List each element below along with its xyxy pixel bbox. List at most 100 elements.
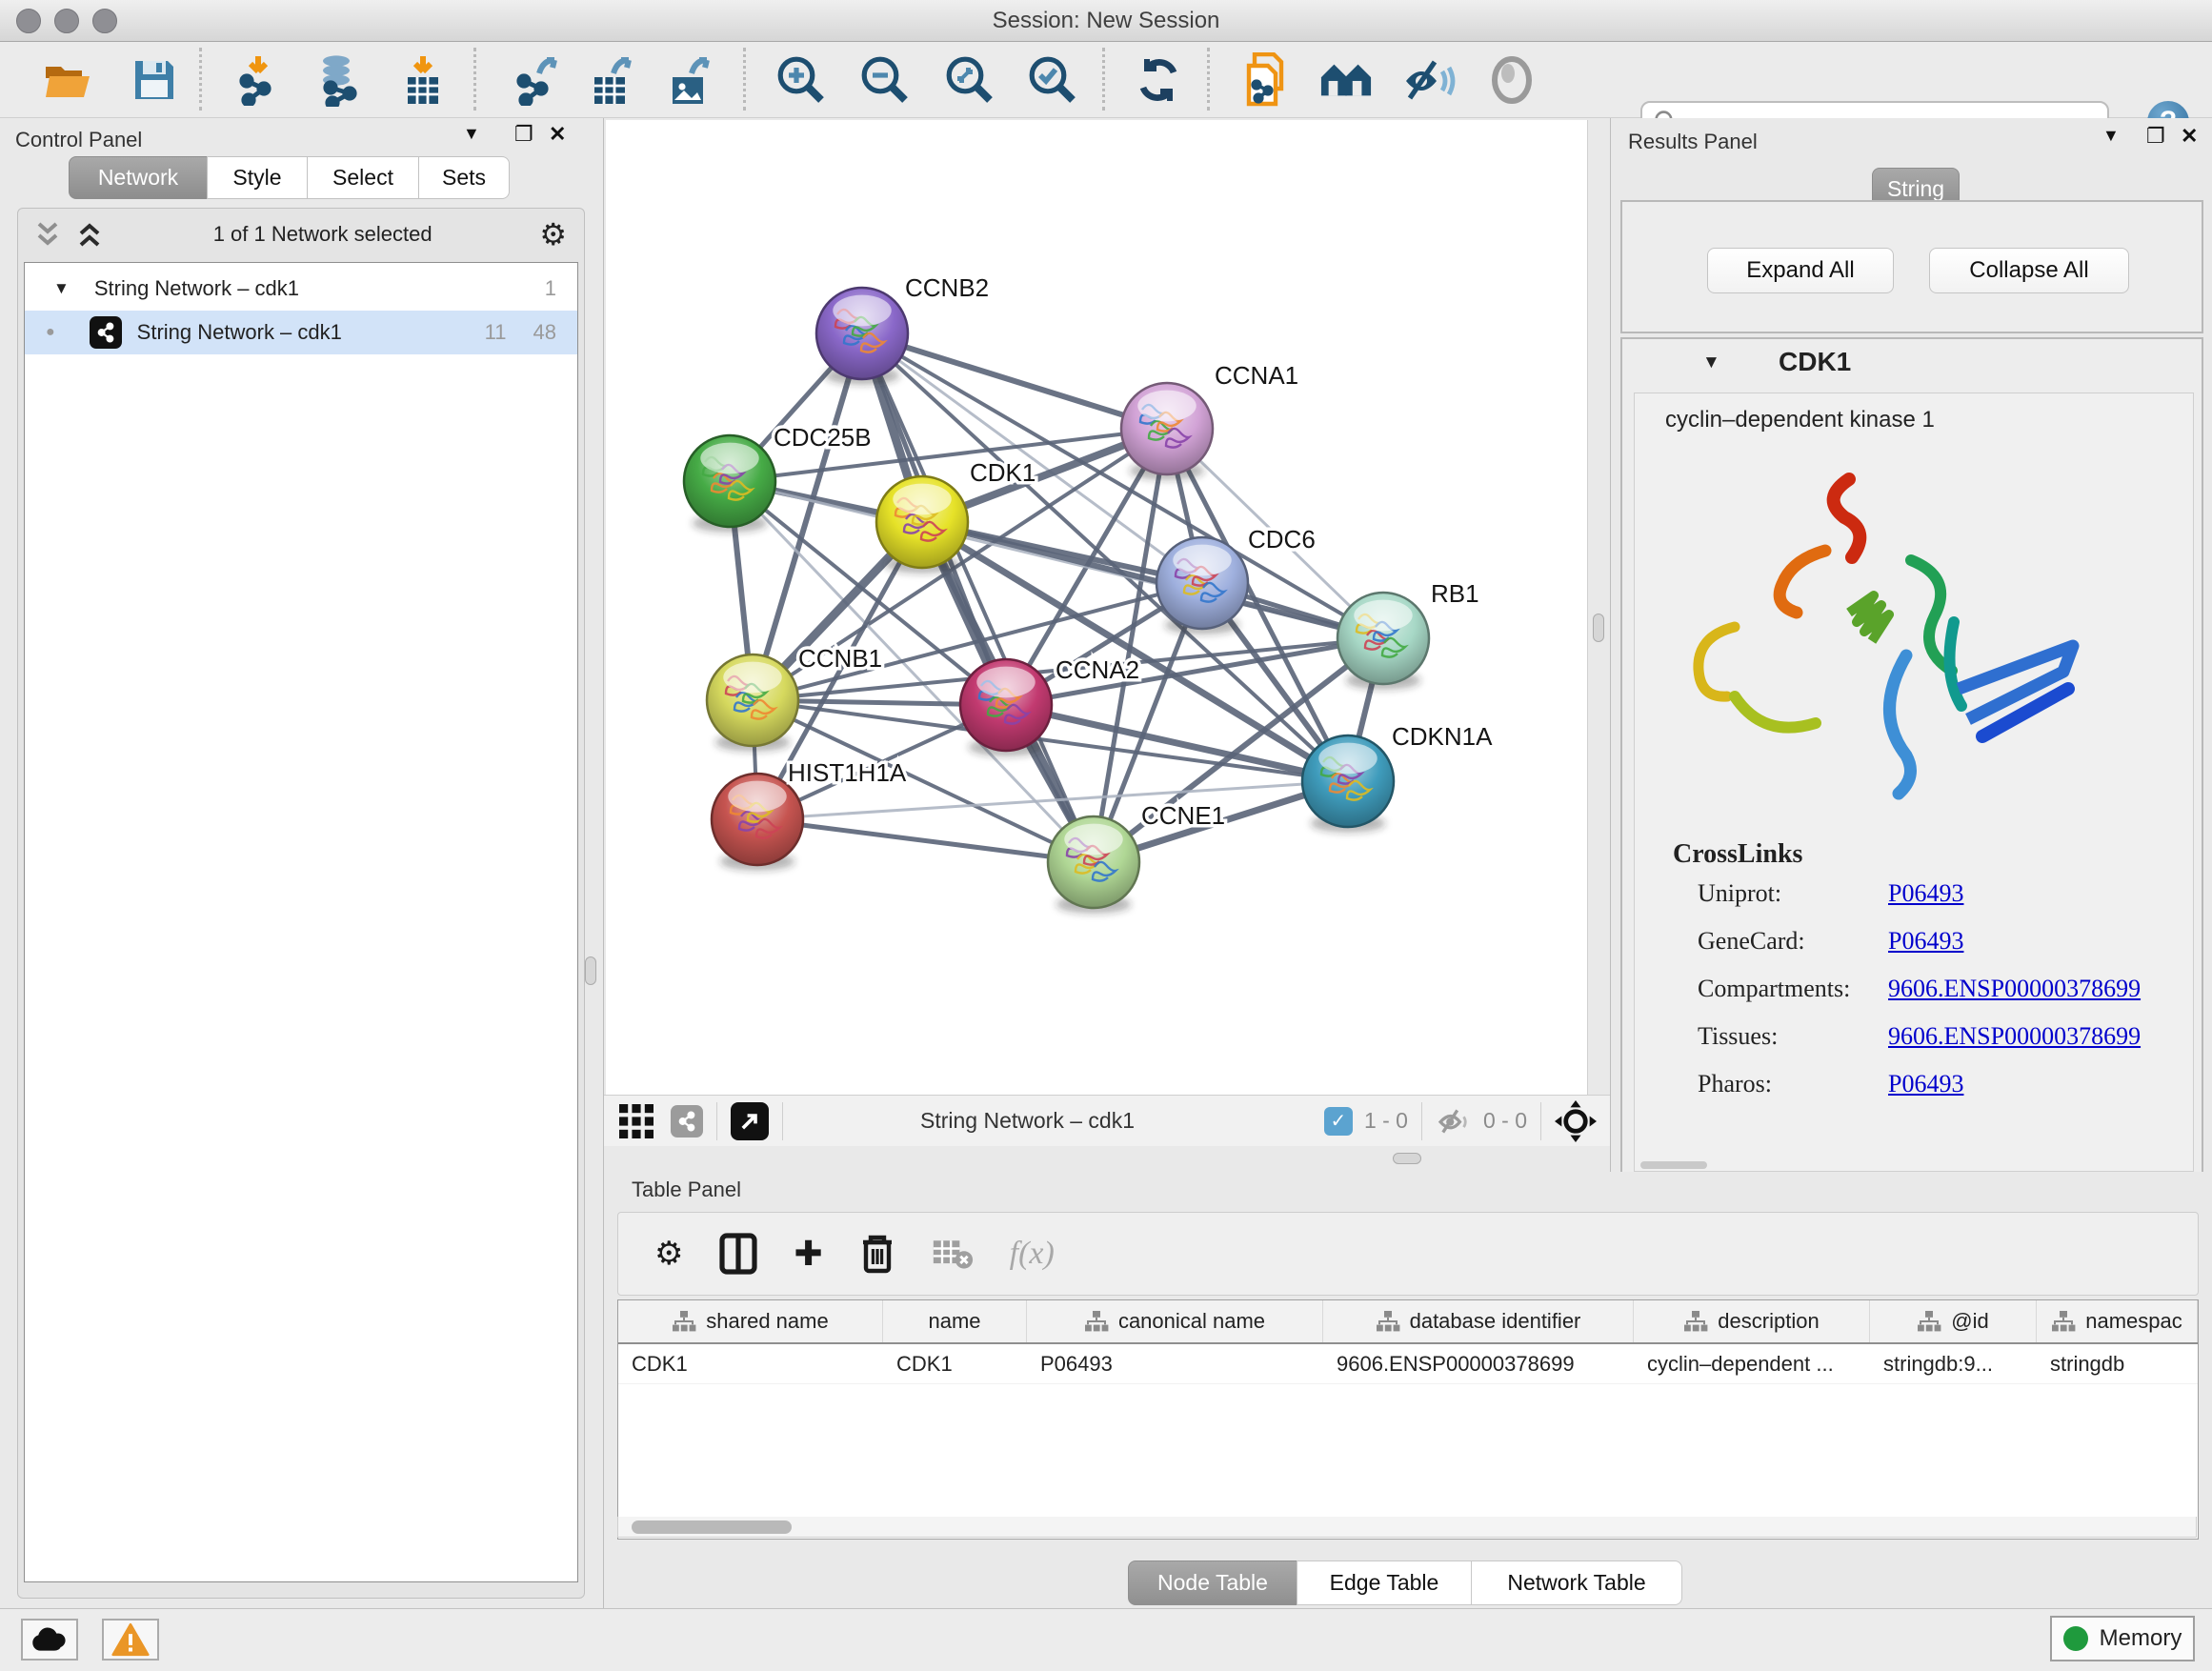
tab-network-table[interactable]: Network Table [1471,1560,1682,1605]
tab-node-table[interactable]: Node Table [1128,1560,1297,1605]
table-cell[interactable]: 9606.ENSP00000378699 [1323,1344,1634,1383]
network-node[interactable]: CDKN1A [1302,722,1493,833]
import-network-file-button[interactable] [231,53,285,107]
export-view-icon[interactable] [731,1102,769,1140]
memory-status-dot [2063,1626,2088,1651]
zoom-fit-button[interactable] [943,53,996,107]
column-header-canonical-name[interactable]: canonical name [1027,1300,1323,1342]
clone-network-button[interactable] [1240,53,1294,107]
export-table-button[interactable] [583,53,636,107]
network-edge[interactable] [862,333,1167,429]
control-panel-tabs: NetworkStyleSelectSets [69,156,516,199]
table-gear-icon[interactable]: ⚙ [654,1235,683,1273]
tab-select[interactable]: Select [307,156,419,199]
table-cell[interactable]: stringdb:9... [1870,1344,2037,1383]
column-header-description[interactable]: description [1634,1300,1870,1342]
memory-button[interactable]: Memory [2050,1616,2195,1661]
export-image-button[interactable] [661,53,714,107]
table-hscroll-thumb[interactable] [632,1520,792,1534]
selected-checkbox-icon[interactable]: ✓ [1324,1107,1353,1136]
entry-hscroll-thumb[interactable] [1640,1161,1707,1169]
network-list-group: 1 of 1 Network selected ⚙ ▼ String Netwo… [17,208,585,1599]
table-cell[interactable]: CDK1 [883,1344,1027,1383]
table-hscrollbar[interactable] [617,1517,2197,1538]
add-column-icon[interactable]: ✚ [794,1234,822,1274]
expand-all-button[interactable]: Expand All [1707,248,1894,293]
cloud-button[interactable] [21,1619,78,1661]
results-panel-close-button[interactable]: ✕ [2181,124,2198,149]
column-header-namespac[interactable]: namespac [2037,1300,2198,1342]
table-splitter-grip[interactable] [1393,1153,1421,1164]
network-view-type-icon [671,1105,703,1137]
table-cell[interactable]: P06493 [1027,1344,1323,1383]
protein-structure-image [1663,451,2111,822]
network-canvas[interactable]: CCNB2CCNA1CDC25BCDK1CDC6RB1CCNB1CCNA2CDK… [606,120,1587,1095]
delete-table-icon [932,1237,974,1271]
column-header-database-identifier[interactable]: database identifier [1323,1300,1634,1342]
birds-eye-view-icon[interactable] [617,1102,655,1140]
show-all-nodes-button[interactable] [1319,53,1373,107]
save-session-button[interactable] [128,53,181,107]
results-panel-float-button[interactable]: ▼ [2102,126,2120,146]
network-collection-row[interactable]: ▼ String Network – cdk1 1 [25,267,577,311]
network-edge[interactable] [757,819,1094,862]
network-view-panel: CCNB2CCNA1CDC25BCDK1CDC6RB1CCNB1CCNA2CDK… [604,118,1610,1172]
zoom-in-button[interactable] [774,53,828,107]
open-session-button[interactable] [42,53,95,107]
tab-sets[interactable]: Sets [418,156,510,199]
delete-column-icon[interactable] [859,1233,895,1275]
collapse-all-networks-icon[interactable] [31,220,64,249]
zoom-out-button[interactable] [858,53,912,107]
network-node-label: CDC25B [774,423,872,452]
network-node[interactable]: HIST1H1A [712,758,907,871]
control-panel-maximize-button[interactable]: ❐ [514,122,533,147]
crosslink-link[interactable]: P06493 [1888,1070,1963,1098]
control-panel-float-button[interactable]: ▼ [463,124,480,144]
network-node[interactable]: CDC25B [684,423,872,533]
network-row-selected[interactable]: ● String Network – cdk1 11 48 [25,311,577,354]
string-result-entry: ▼ CDK1 cyclin–dependent kinase 1 CrossLi… [1620,337,2203,1185]
network-right-splitter-grip[interactable] [1593,614,1604,642]
open-folder-icon [44,59,93,101]
control-panel-splitter-grip[interactable] [585,956,596,985]
column-header-name[interactable]: name [883,1300,1027,1342]
tab-network[interactable]: Network [69,156,208,199]
network-name: String Network – cdk1 [137,320,342,345]
column-header-shared-name[interactable]: shared name [618,1300,883,1342]
crosslink-link[interactable]: 9606.ENSP00000378699 [1888,975,2141,1003]
import-table-button[interactable] [396,53,450,107]
control-panel-close-button[interactable]: ✕ [549,122,566,147]
hide-selected-button[interactable] [1402,53,1456,107]
toolbar-separator [473,48,476,111]
network-options-gear-icon[interactable]: ⚙ [539,216,567,252]
column-header--id[interactable]: @id [1870,1300,2037,1342]
import-network-database-button[interactable] [313,53,367,107]
navigate-crosshair-icon[interactable] [1555,1100,1597,1142]
network-type-icon [90,316,122,349]
expand-all-networks-icon[interactable] [73,220,106,249]
entry-expander-icon[interactable]: ▼ [1702,352,1720,373]
footer-separator [782,1102,783,1140]
crosslink-link[interactable]: P06493 [1888,927,1963,956]
apply-layout-button[interactable] [1132,53,1185,107]
export-network-icon [511,54,560,106]
export-network-button[interactable] [509,53,562,107]
tree-expander-icon[interactable]: ▼ [53,279,70,298]
table-cell[interactable]: CDK1 [618,1344,883,1383]
tab-style[interactable]: Style [207,156,308,199]
network-node[interactable]: CCNA1 [1121,361,1298,480]
network-node[interactable]: CDK1 [876,458,1036,574]
crosslink-link[interactable]: P06493 [1888,879,1963,908]
results-panel-maximize-button[interactable]: ❐ [2146,124,2165,149]
zoom-selected-button[interactable] [1026,53,1079,107]
show-hidden-button[interactable] [1485,53,1538,107]
network-node[interactable]: RB1 [1337,579,1479,690]
crosslink-link[interactable]: 9606.ENSP00000378699 [1888,1022,2141,1051]
table-row[interactable]: CDK1CDK1P064939606.ENSP00000378699cyclin… [618,1344,2198,1384]
show-columns-icon[interactable] [719,1233,757,1275]
table-cell[interactable]: cyclin–dependent ... [1634,1344,1870,1383]
table-cell[interactable]: stringdb [2037,1344,2198,1383]
warning-button[interactable] [102,1619,159,1661]
tab-edge-table[interactable]: Edge Table [1297,1560,1472,1605]
collapse-all-button[interactable]: Collapse All [1929,248,2129,293]
